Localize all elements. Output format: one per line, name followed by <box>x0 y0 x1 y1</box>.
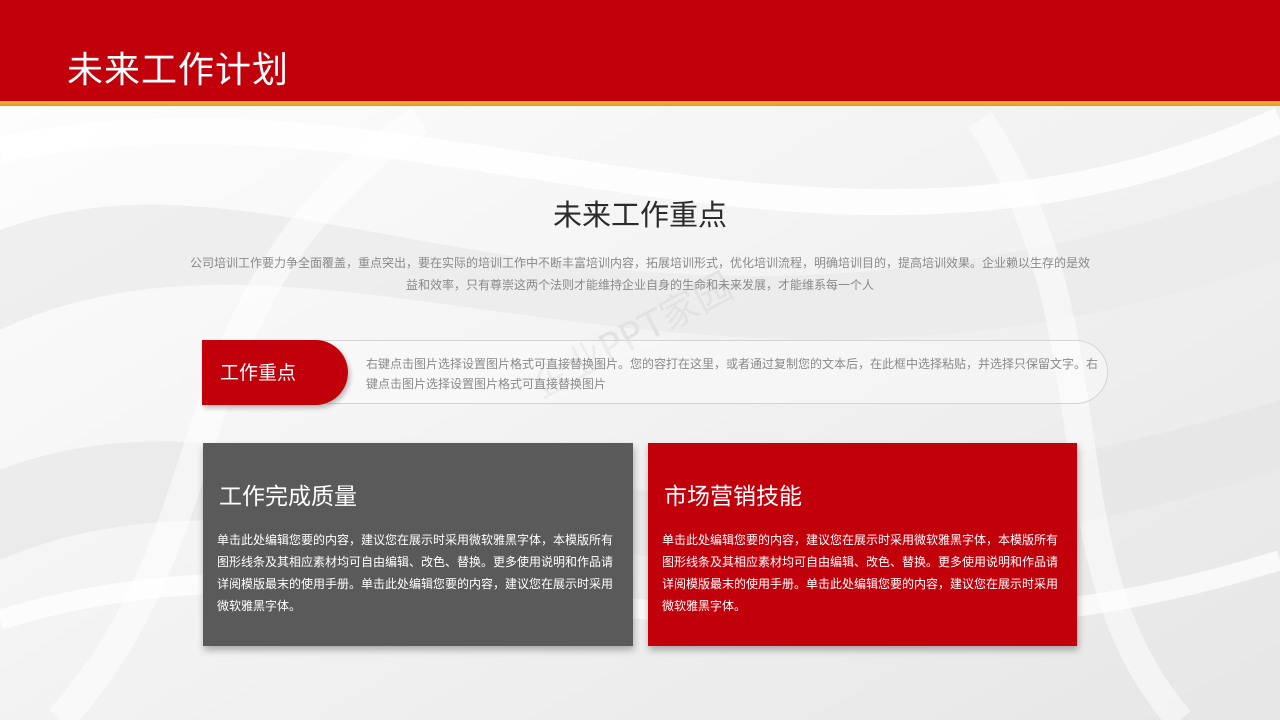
card-work-quality: 工作完成质量 单击此处编辑您要的内容，建议您在展示时采用微软雅黑字体，本模版所有… <box>203 443 633 646</box>
header-accent-line <box>0 101 1280 106</box>
focus-label: 工作重点 <box>220 362 297 384</box>
card-title: 工作完成质量 <box>219 484 357 510</box>
focus-text: 右键点击图片选择设置图片格式可直接替换图片。您的容打在这里，或者通过复制您的文本… <box>366 357 1099 391</box>
focus-label-tag: 工作重点 <box>202 340 348 405</box>
section-title: 未来工作重点 <box>552 198 727 232</box>
page-title: 未来工作计划 <box>67 50 290 91</box>
card-title: 市场营销技能 <box>664 484 802 510</box>
card-body: 单击此处编辑您要的内容，建议您在展示时采用微软雅黑字体，本模版所有图形线条及其相… <box>662 533 1059 613</box>
card-marketing-skills: 市场营销技能 单击此处编辑您要的内容，建议您在展示时采用微软雅黑字体，本模版所有… <box>648 443 1077 646</box>
header-bar: 未来工作计划 <box>0 0 1280 101</box>
card-body: 单击此处编辑您要的内容，建议您在展示时采用微软雅黑字体，本模版所有图形线条及其相… <box>217 533 614 613</box>
intro-paragraph: 公司培训工作要力争全面覆盖，重点突出，要在实际的培训工作中不断丰富培训内容，拓展… <box>189 256 1090 292</box>
